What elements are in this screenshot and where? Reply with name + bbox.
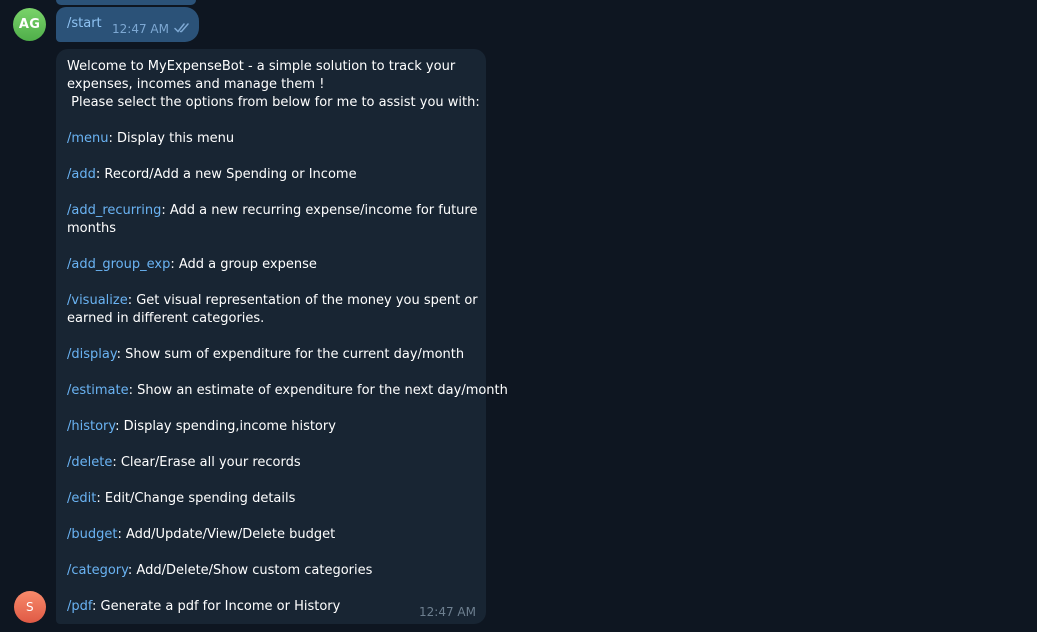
- command-item-estimate: /estimate: Show an estimate of expenditu…: [67, 382, 508, 400]
- category-command-link[interactable]: /category: [67, 563, 128, 578]
- command-description: : Show sum of expenditure for the curren…: [116, 347, 465, 362]
- command-item-visualize: /visualize: Get visual representation of…: [67, 292, 479, 328]
- command-item-history: /history: Display spending,income histor…: [67, 418, 479, 436]
- add-command-link[interactable]: /add: [67, 167, 96, 182]
- command-item-display: /display: Show sum of expenditure for th…: [67, 346, 479, 364]
- edit-command-link[interactable]: /edit: [67, 491, 96, 506]
- command-description: : Add/Update/View/Delete budget: [117, 527, 336, 542]
- command-description: : Add a group expense: [170, 257, 317, 272]
- message-time: 12:47 AM: [419, 605, 476, 619]
- command-description: : Add/Delete/Show custom categories: [127, 563, 373, 578]
- command-item-add-recurring: /add_recurring: Add a new recurring expe…: [67, 202, 479, 238]
- command-description: : Generate a pdf for Income or History: [92, 599, 341, 614]
- command-description: : Display this menu: [108, 131, 235, 146]
- intro-line: Welcome to MyExpenseBot - a simple solut…: [67, 59, 456, 74]
- command-item-delete: /delete: Clear/Erase all your records: [67, 454, 479, 472]
- intro-line: expenses, incomes and manage them !: [67, 77, 325, 92]
- user-avatar[interactable]: AG: [13, 8, 46, 41]
- command-item-add-group-exp: /add_group_exp: Add a group expense: [67, 256, 479, 274]
- pdf-command-link[interactable]: /pdf: [67, 599, 92, 614]
- bot-message-text: Welcome to MyExpenseBot - a simple solut…: [67, 58, 508, 616]
- command-description: : Add a new recurring expense/income for…: [161, 203, 478, 218]
- bot-avatar[interactable]: S: [14, 591, 46, 623]
- command-description: : Edit/Change spending details: [96, 491, 296, 506]
- display-command-link[interactable]: /display: [67, 347, 117, 362]
- visualize-command-link[interactable]: /visualize: [67, 293, 128, 308]
- command-item-menu: /menu: Display this menu: [67, 130, 479, 148]
- command-description-continued: months: [67, 221, 116, 236]
- chat-area: AG /start 12:47 AM Welcome to MyExpenseB…: [0, 0, 1037, 632]
- command-item-edit: /edit: Edit/Change spending details: [67, 490, 479, 508]
- delete-command-link[interactable]: /delete: [67, 455, 112, 470]
- menu-command-link[interactable]: /menu: [67, 131, 109, 146]
- command-item-category: /category: Add/Delete/Show custom catego…: [67, 562, 479, 580]
- command-description: : Clear/Erase all your records: [112, 455, 301, 470]
- start-command-text[interactable]: /start: [67, 16, 102, 31]
- command-item-add: /add: Record/Add a new Spending or Incom…: [67, 166, 479, 184]
- command-item-budget: /budget: Add/Update/View/Delete budget: [67, 526, 479, 544]
- budget-command-link[interactable]: /budget: [67, 527, 117, 542]
- command-description: : Record/Add a new Spending or Income: [95, 167, 357, 182]
- outgoing-message-bubble[interactable]: /start 12:47 AM: [56, 7, 199, 42]
- command-description-continued: earned in different categories.: [67, 311, 265, 326]
- intro-line: Please select the options from below for…: [67, 95, 480, 110]
- bot-message-bubble[interactable]: Welcome to MyExpenseBot - a simple solut…: [56, 49, 508, 624]
- command-description: : Display spending,income history: [115, 419, 336, 434]
- estimate-command-link[interactable]: /estimate: [67, 383, 129, 398]
- double-check-icon: [174, 23, 189, 33]
- command-description: : Show an estimate of expenditure for th…: [128, 383, 508, 398]
- previous-message-bubble: [56, 0, 196, 5]
- message-time: 12:47 AM: [112, 22, 169, 36]
- add-recurring-command-link[interactable]: /add_recurring: [67, 203, 161, 218]
- add-group-exp-command-link[interactable]: /add_group_exp: [67, 257, 170, 272]
- history-command-link[interactable]: /history: [67, 419, 115, 434]
- command-item-pdf: /pdf: Generate a pdf for Income or Histo…: [67, 598, 479, 616]
- command-description: : Get visual representation of the money…: [127, 293, 478, 308]
